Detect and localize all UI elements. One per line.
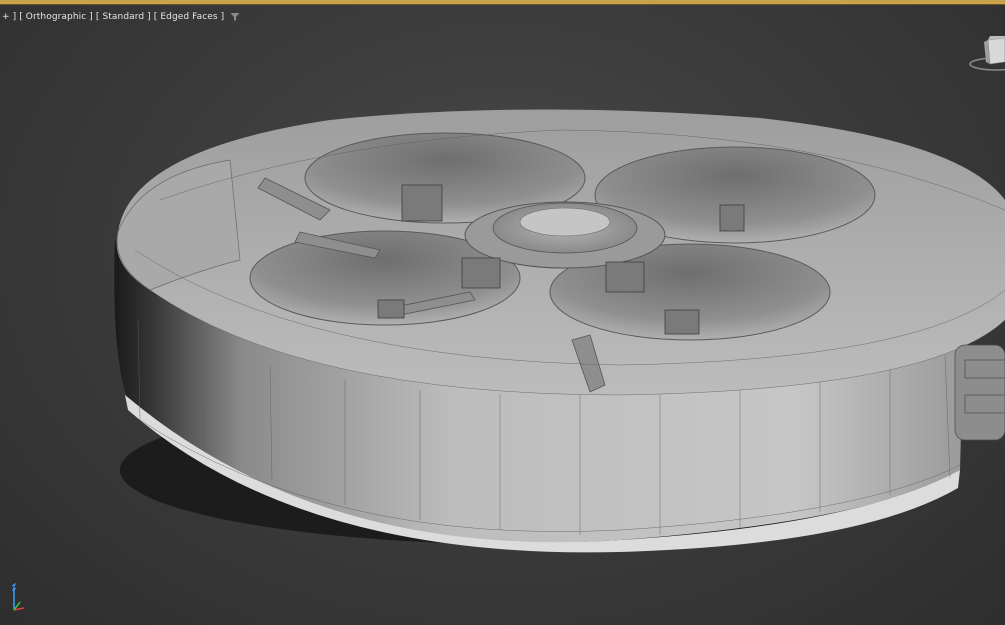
side-attachment-right <box>954 344 1005 441</box>
axis-tripod-icon <box>11 582 25 611</box>
center-hub-cap <box>519 207 611 237</box>
model-render[interactable] <box>0 0 1005 625</box>
viewport-perspective[interactable]: + ] [ Orthographic ] [ Standard ] [ Edge… <box>0 0 1005 625</box>
viewcube-icon[interactable] <box>968 34 1005 76</box>
